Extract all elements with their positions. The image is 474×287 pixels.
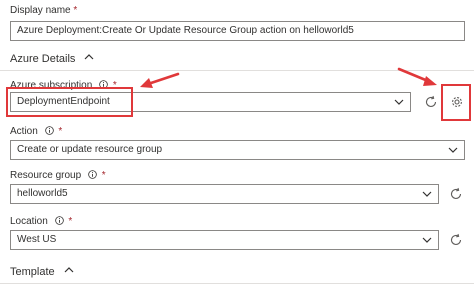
- refresh-icon[interactable]: [424, 95, 438, 109]
- info-icon[interactable]: [88, 170, 97, 179]
- template-header[interactable]: Template: [10, 265, 76, 278]
- action-label: Action *: [10, 126, 62, 137]
- action-select[interactable]: Create or update resource group: [10, 140, 465, 160]
- required-mark: *: [101, 170, 106, 181]
- chevron-up-icon: [64, 267, 74, 273]
- chevron-down-icon: [422, 237, 432, 243]
- required-mark: *: [73, 5, 78, 16]
- location-select[interactable]: West US: [10, 230, 439, 250]
- chevron-down-icon: [422, 191, 432, 197]
- chevron-down-icon: [394, 99, 404, 105]
- resource-group-value: helloworld5: [17, 188, 68, 199]
- location-label: Location *: [10, 216, 72, 227]
- template-title: Template: [10, 266, 55, 278]
- chevron-down-icon: [448, 147, 458, 153]
- display-name-value: Azure Deployment:Create Or Update Resour…: [17, 25, 354, 36]
- location-value: West US: [17, 234, 57, 245]
- settings-highlight-box: [441, 84, 471, 121]
- required-mark: *: [68, 216, 73, 227]
- location-label-text: Location: [10, 216, 48, 227]
- resource-group-label-text: Resource group: [10, 170, 82, 181]
- chevron-up-icon: [85, 54, 94, 60]
- info-icon[interactable]: [54, 216, 64, 225]
- template-divider: [0, 283, 474, 284]
- refresh-icon[interactable]: [449, 187, 463, 201]
- refresh-icon[interactable]: [449, 233, 463, 247]
- resource-group-select[interactable]: helloworld5: [10, 184, 439, 204]
- info-icon[interactable]: [44, 126, 54, 135]
- display-name-label: Display name *: [10, 5, 77, 16]
- azure-details-header[interactable]: Azure Details: [10, 52, 96, 65]
- display-name-input[interactable]: Azure Deployment:Create Or Update Resour…: [10, 21, 465, 41]
- arrow-to-settings: [397, 67, 437, 86]
- resource-group-label: Resource group *: [10, 170, 106, 181]
- azure-details-divider: [0, 70, 474, 71]
- display-name-label-text: Display name: [10, 5, 71, 16]
- required-mark: *: [58, 126, 63, 137]
- azure-details-title: Azure Details: [10, 53, 76, 65]
- action-value: Create or update resource group: [17, 144, 163, 155]
- subscription-highlight-box: [6, 87, 133, 117]
- action-label-text: Action: [10, 126, 38, 137]
- arrow-to-subscription: [140, 72, 180, 88]
